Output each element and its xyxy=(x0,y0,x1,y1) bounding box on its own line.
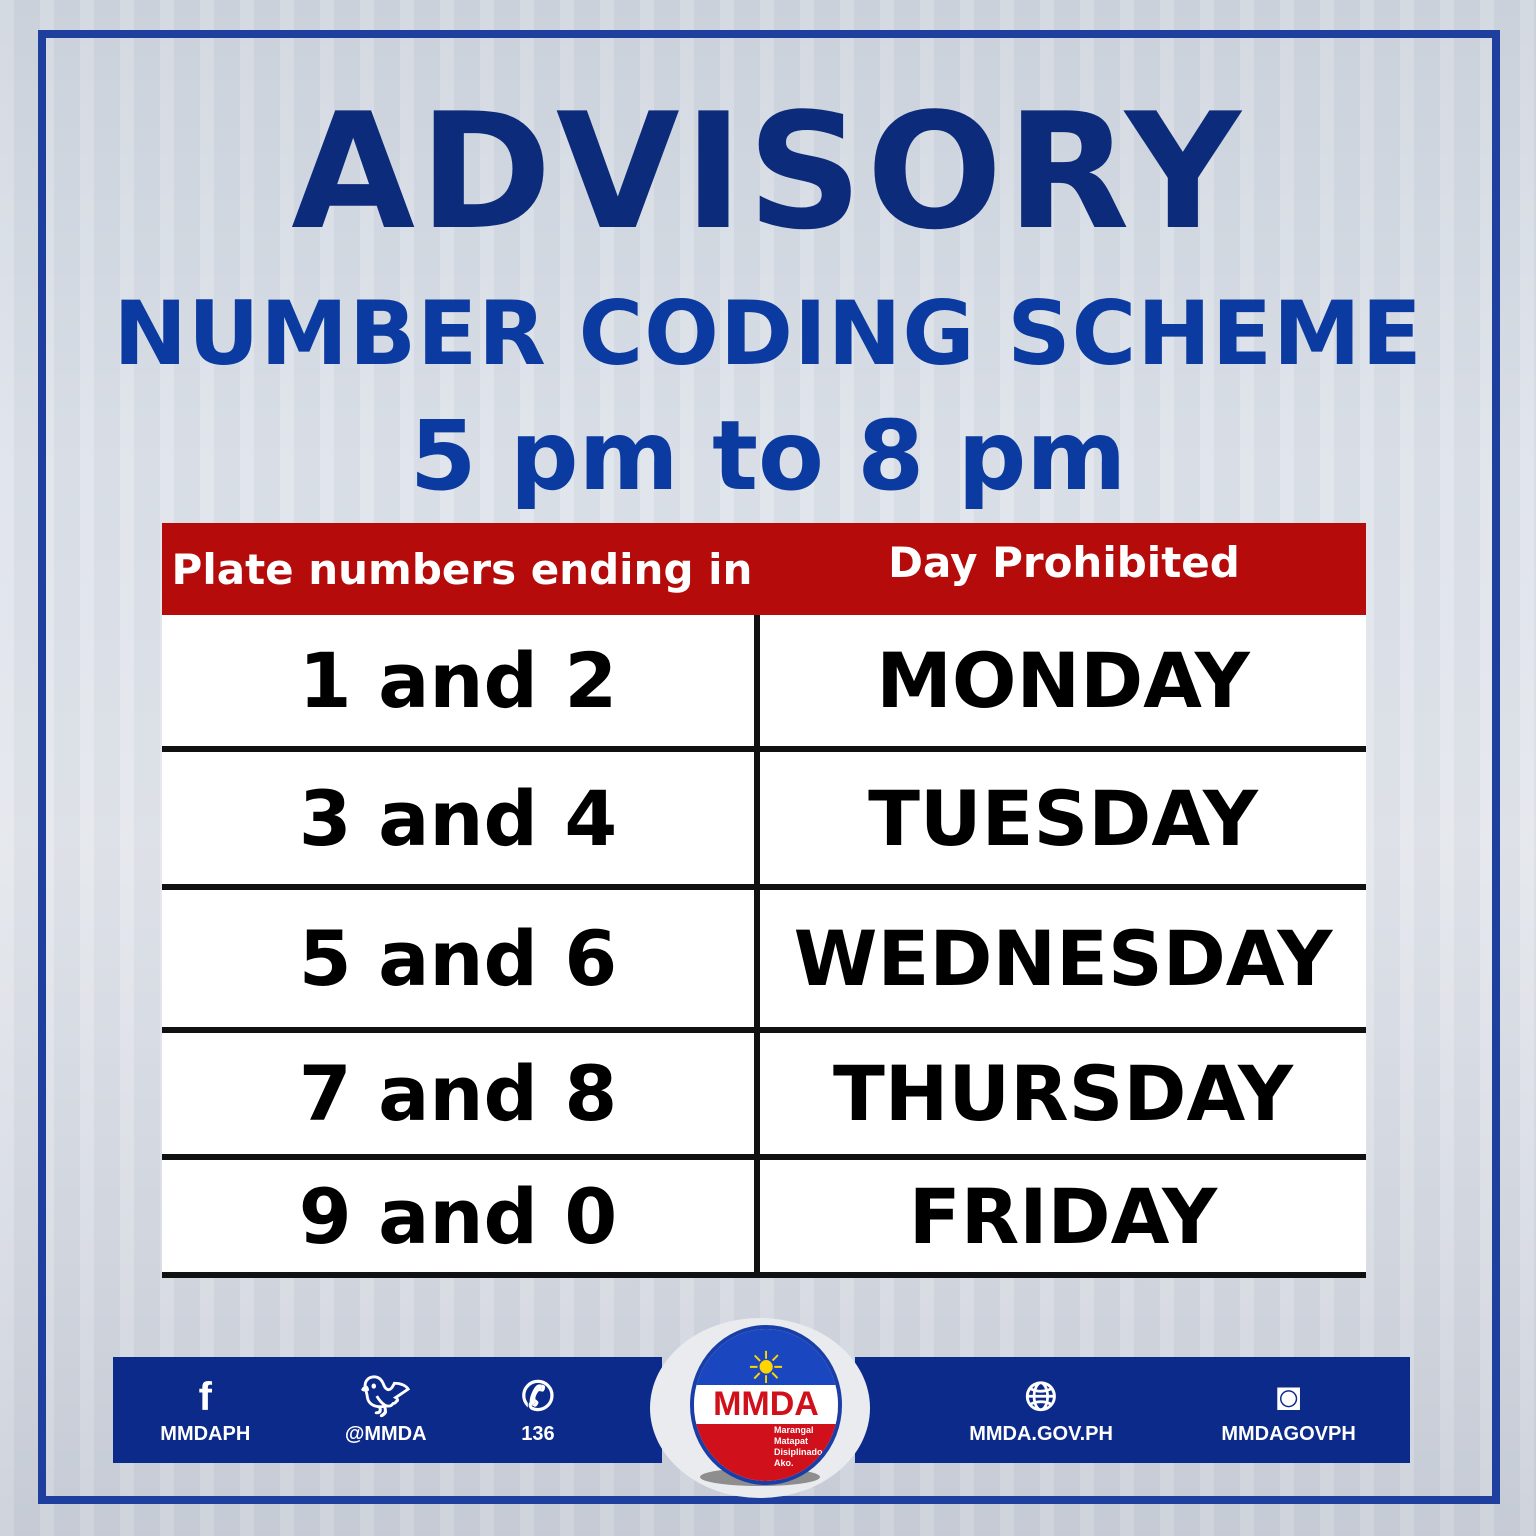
table-row: 7 and 8 THURSDAY xyxy=(162,1033,1366,1160)
table-row: 5 and 6 WEDNESDAY xyxy=(162,890,1366,1033)
day-cell: WEDNESDAY xyxy=(793,914,1333,1003)
table-row: 1 and 2 MONDAY xyxy=(162,615,1366,752)
day-cell: THURSDAY xyxy=(832,1049,1294,1138)
instagram-icon: ◙ xyxy=(1276,1374,1301,1419)
header-day: Day Prohibited xyxy=(888,537,1240,587)
website-label: MMDA.GOV.PH xyxy=(969,1422,1113,1445)
twitter-link[interactable]: 🐦︎ @MMDA xyxy=(345,1375,427,1446)
twitter-label: @MMDA xyxy=(344,1422,427,1445)
facebook-label: MMDAPH xyxy=(160,1422,251,1445)
header-plates: Plate numbers ending in xyxy=(171,544,753,594)
instagram-label: MMDAGOVPH xyxy=(1221,1422,1356,1445)
plates-cell: 3 and 4 xyxy=(162,752,760,884)
footer-right-bar: 🌐︎ MMDA.GOV.PH ◙ MMDAGOVPH xyxy=(855,1357,1410,1463)
footer-left-bar: f MMDAPH 🐦︎ @MMDA ✆ 136 xyxy=(113,1357,662,1463)
phone-icon: ✆ xyxy=(521,1374,555,1419)
table-row: 3 and 4 TUESDAY xyxy=(162,752,1366,890)
hours: 5 pm to 8 pm xyxy=(409,400,1127,512)
table-header: Plate numbers ending in Day Prohibited xyxy=(162,523,1366,615)
coding-table: Plate numbers ending in Day Prohibited 1… xyxy=(162,523,1366,1278)
plates-cell: 1 and 2 xyxy=(162,615,760,746)
mmda-logo: ☀ MMDA Marangal Matapat Disiplinado Ako. xyxy=(690,1325,842,1485)
facebook-icon: f xyxy=(198,1374,212,1419)
plates-cell: 5 and 6 xyxy=(162,890,760,1027)
twitter-icon: 🐦︎ xyxy=(360,1374,412,1419)
facebook-link[interactable]: f MMDAPH xyxy=(160,1375,250,1446)
hotline-label: 136 xyxy=(521,1422,555,1445)
hotline-link[interactable]: ✆ 136 xyxy=(521,1375,555,1446)
website-link[interactable]: 🌐︎ MMDA.GOV.PH xyxy=(969,1375,1113,1446)
logo-name: MMDA xyxy=(694,1385,838,1424)
day-cell: TUESDAY xyxy=(868,773,1258,863)
plates-cell: 9 and 0 xyxy=(162,1160,760,1272)
globe-icon: 🌐︎ xyxy=(1025,1374,1058,1419)
day-cell: FRIDAY xyxy=(908,1171,1218,1261)
day-cell: MONDAY xyxy=(876,636,1250,725)
page-title: ADVISORY xyxy=(291,78,1245,265)
table-row: 9 and 0 FRIDAY xyxy=(162,1160,1366,1278)
instagram-link[interactable]: ◙ MMDAGOVPH xyxy=(1221,1375,1355,1446)
subtitle: NUMBER CODING SCHEME xyxy=(113,282,1423,385)
plates-cell: 7 and 8 xyxy=(162,1033,760,1154)
